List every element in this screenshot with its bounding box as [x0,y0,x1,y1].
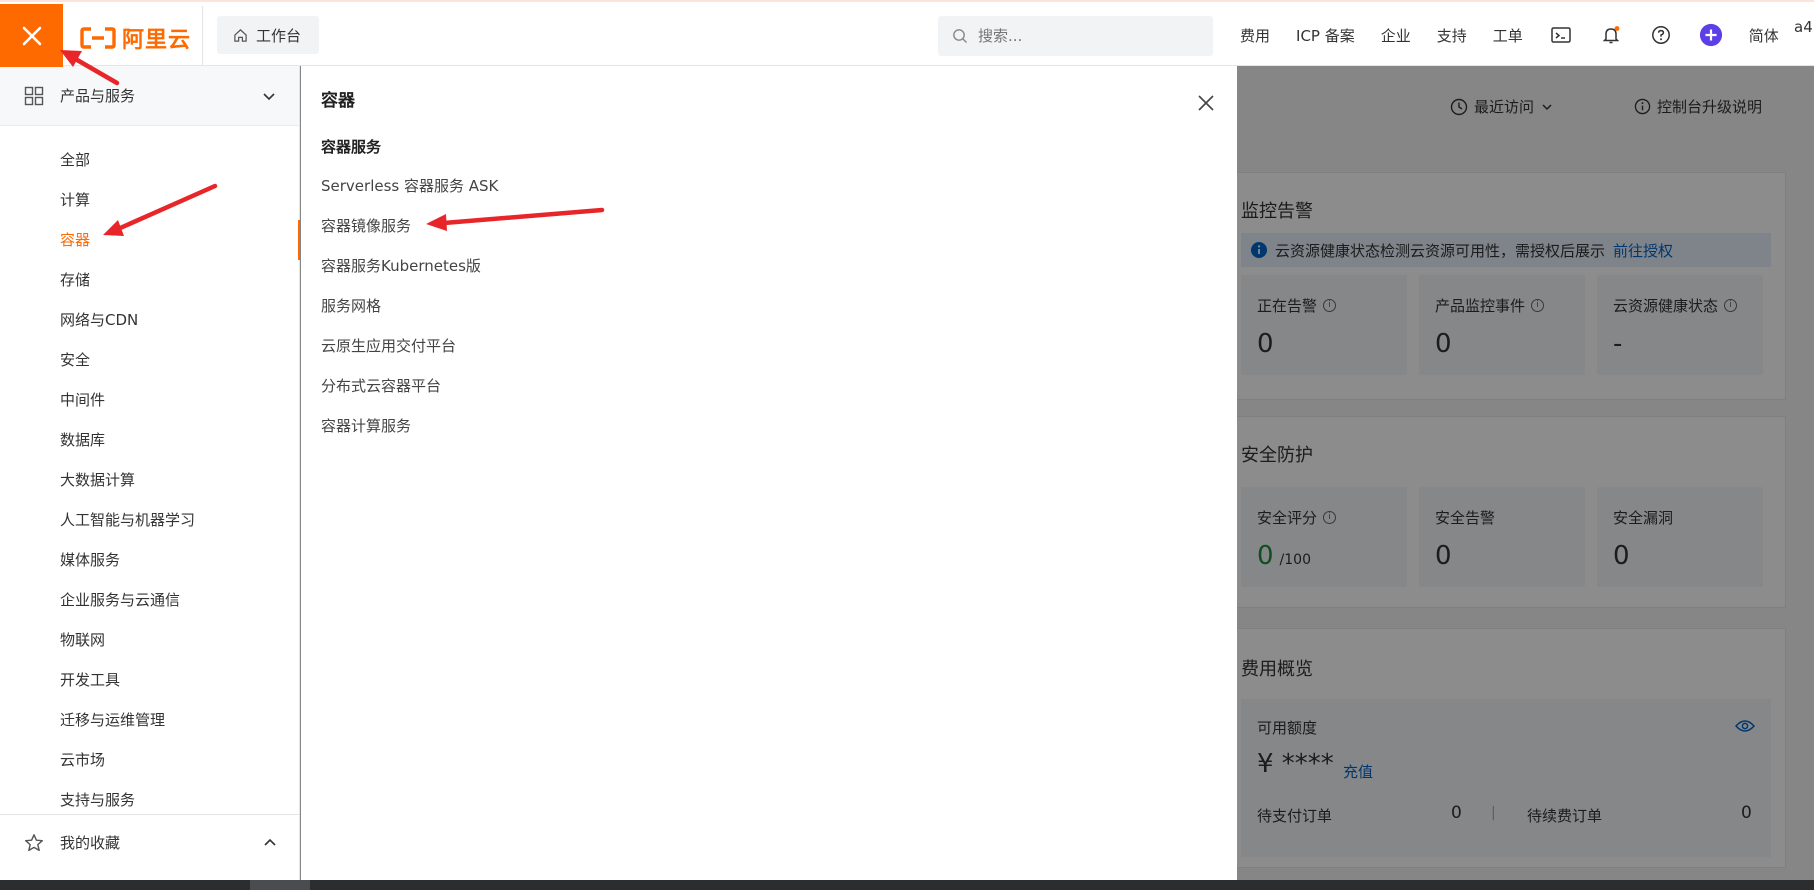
nav-support[interactable]: 支持 [1437,25,1467,46]
plus-circle-icon [1699,23,1722,47]
workbench-button[interactable]: 工作台 [217,16,319,54]
category-item-devtools[interactable]: 开发工具 [0,660,299,700]
category-item-iot[interactable]: 物联网 [0,620,299,660]
grid-icon [24,86,44,105]
close-menu-button[interactable] [0,4,63,67]
aliyun-logo[interactable]: 阿里云 [80,22,191,54]
search-icon [953,29,967,43]
category-item-storage[interactable]: 存储 [0,260,299,300]
product-link-container-registry[interactable]: 容器镜像服务 [321,206,498,246]
category-list: 全部 计算 容器 存储 网络与CDN 安全 中间件 数据库 大数据计算 人工智能… [0,126,300,820]
product-list: Serverless 容器服务 ASK 容器镜像服务 容器服务Kubernete… [321,166,498,446]
favorites-header[interactable]: 我的收藏 [0,814,300,870]
search-input[interactable] [978,27,1198,45]
top-bar: 阿里云 工作台 费用 ICP 备案 企业 支持 工单 简体 a4 [0,0,1814,68]
terminal-icon [1551,27,1571,43]
nav-enterprise[interactable]: 企业 [1381,25,1411,46]
search-box[interactable] [938,16,1213,56]
product-link-service-mesh[interactable]: 服务网格 [321,286,498,326]
product-link-distributed-container[interactable]: 分布式云容器平台 [321,366,498,406]
workbench-label: 工作台 [256,26,302,45]
help-icon [1651,26,1670,44]
notifications-button[interactable] [1599,23,1623,47]
category-item-media[interactable]: 媒体服务 [0,540,299,580]
help-button[interactable] [1649,23,1673,47]
category-item-container[interactable]: 容器 [0,220,300,260]
product-link-ack[interactable]: 容器服务Kubernetes版 [321,246,498,286]
header-divider [202,6,203,66]
nav-ticket[interactable]: 工单 [1493,25,1523,46]
category-item-network-cdn[interactable]: 网络与CDN [0,300,299,340]
section-title-container-services: 容器服务 [321,138,382,156]
nav-icp[interactable]: ICP 备案 [1296,25,1355,46]
product-link-container-compute[interactable]: 容器计算服务 [321,406,498,446]
category-item-all[interactable]: 全部 [0,140,299,180]
category-item-enterprise-comm[interactable]: 企业服务与云通信 [0,580,299,620]
taskbar-tab[interactable] [250,880,310,890]
aliyun-logo-icon [80,27,116,49]
home-icon [234,28,247,42]
category-item-marketplace[interactable]: 云市场 [0,740,299,780]
sub-panel-close-button[interactable] [1197,94,1215,116]
star-icon [25,833,43,851]
category-item-database[interactable]: 数据库 [0,420,299,460]
category-item-middleware[interactable]: 中间件 [0,380,299,420]
product-link-cloud-native-delivery[interactable]: 云原生应用交付平台 [321,326,498,366]
category-item-bigdata[interactable]: 大数据计算 [0,460,299,500]
favorites-label: 我的收藏 [60,834,121,852]
category-item-migration-ops[interactable]: 迁移与运维管理 [0,700,299,740]
category-item-compute[interactable]: 计算 [0,180,299,220]
category-panel: 产品与服务 全部 计算 容器 存储 网络与CDN 安全 中间件 数据库 大数据计… [0,66,300,880]
products-services-label: 产品与服务 [60,87,136,105]
chevron-down-icon [263,93,275,101]
nav-billing[interactable]: 费用 [1240,25,1270,46]
category-item-ai-ml[interactable]: 人工智能与机器学习 [0,500,299,540]
language-switch[interactable]: 简体 [1749,25,1779,46]
logo-text: 阿里云 [122,28,192,53]
close-icon [1198,95,1214,111]
close-icon [22,26,41,45]
category-item-security[interactable]: 安全 [0,340,299,380]
top-nav: 费用 ICP 备案 企业 支持 工单 简体 [1240,2,1779,68]
taskbar-strip [0,880,1814,890]
chevron-up-icon [264,838,276,846]
sub-panel-title: 容器 [321,91,355,111]
add-button[interactable] [1699,23,1723,47]
products-services-header[interactable]: 产品与服务 [0,66,299,126]
user-account[interactable]: a4 [1794,18,1813,36]
cloud-shell-button[interactable] [1549,23,1573,47]
container-products-panel: 容器 容器服务 Serverless 容器服务 ASK 容器镜像服务 容器服务K… [301,66,1237,880]
product-link-serverless-ask[interactable]: Serverless 容器服务 ASK [321,166,498,206]
bell-icon [1602,26,1620,44]
